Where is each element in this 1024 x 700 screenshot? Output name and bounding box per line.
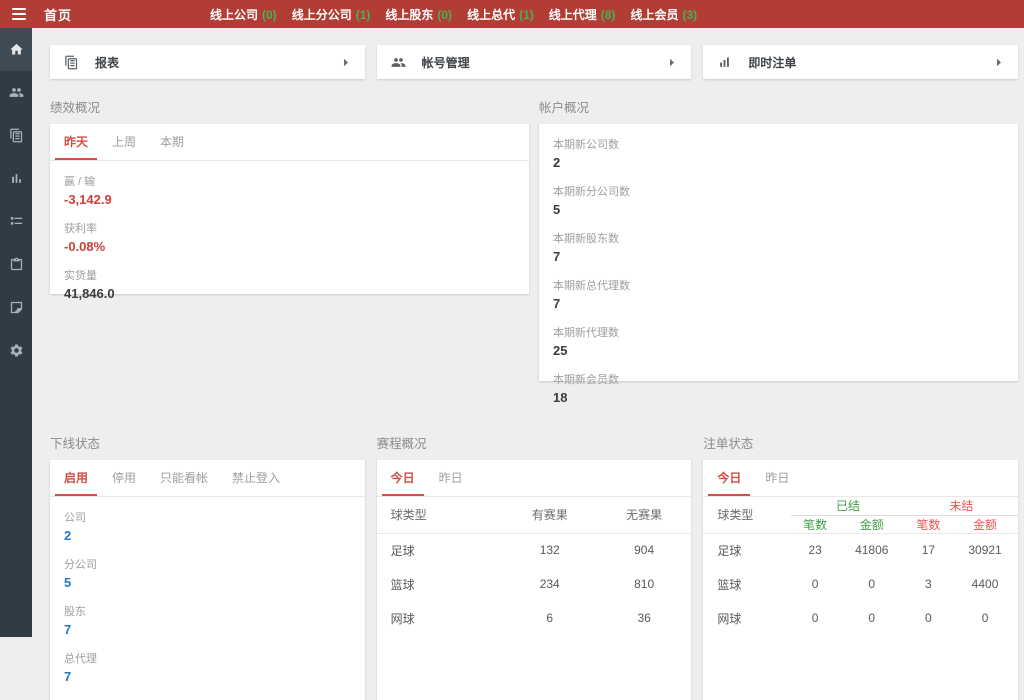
app-header: 首页 线上公司(0) 线上分公司(1) 线上股东(0) 线上总代(1) 线上代理… [0,0,1024,28]
tab-login-banned[interactable]: 禁止登入 [223,460,289,496]
shortcut-card-account-management[interactable]: 帐号管理 [377,45,692,79]
home-icon [9,42,24,57]
note-edit-icon [9,300,24,315]
tab-last-week[interactable]: 上周 [103,124,145,160]
tab-yesterday[interactable]: 昨日 [756,460,798,496]
shortcut-label: 帐号管理 [422,54,470,71]
tab-enabled[interactable]: 启用 [55,460,97,496]
metric-new-branches: 本期新分公司数 5 [553,183,1004,217]
chevron-right-icon [993,57,1004,68]
shortcut-label: 即时注单 [748,54,796,71]
metric-shareholders: 股东 7 [64,603,351,637]
report-icon [64,55,79,70]
sidebar-item-statistics[interactable] [0,157,32,200]
metric-master-agents: 总代理 7 [64,650,351,684]
tab-this-period[interactable]: 本期 [151,124,193,160]
sidebar-item-reports[interactable] [0,114,32,157]
sidebar-item-forms[interactable] [0,200,32,243]
metric-new-agents: 本期新代理数 25 [553,324,1004,358]
performance-section: 绩效概况 昨天 上周 本期 赢 / 输 -3,142.9 获利率 -0.08% [50,79,529,294]
downline-metrics: 公司 2 分公司 5 股东 7 总代理 7 [50,497,365,684]
metric-companies: 公司 2 [64,509,351,543]
table-row-soccer: 足球 23 41806 17 30921 [703,533,1018,567]
tab-view-only[interactable]: 只能看帐 [151,460,217,496]
stat-online-agent: 线上代理(8) [549,6,616,23]
table-row-tennis: 网球 6 36 [377,601,692,635]
performance-tabs: 昨天 上周 本期 [50,124,529,161]
main-content: 报表 帐号管理 即时注单 绩效概况 昨天 上周 本期 [32,28,1024,637]
ticket-status-card: 今日 昨日 球类型 已结 未结 笔数 金额 笔数 金额 [703,460,1018,700]
section-title-schedule: 赛程概况 [377,433,692,452]
gear-icon [9,343,24,358]
downline-status-section: 下线状态 启用 停用 只能看帐 禁止登入 公司 2 分公司 5 [50,415,365,700]
ticket-tabs: 今日 昨日 [703,460,1018,497]
schedule-overview-section: 赛程概况 今日 昨日 球类型 有赛果 无赛果 足球 132 [377,415,692,700]
chevron-right-icon [666,57,677,68]
ticket-table: 球类型 已结 未结 笔数 金额 笔数 金额 足球 23 41806 17 [703,497,1018,635]
metric-new-members: 本期新会员数 18 [553,371,1004,405]
account-overview-card: 本期新公司数 2 本期新分公司数 5 本期新股东数 7 本期新总代理数 7 本期… [539,124,1018,381]
schedule-tabs: 今日 昨日 [377,460,692,497]
schedule-table: 球类型 有赛果 无赛果 足球 132 904 篮球 234 810 [377,497,692,635]
shortcut-card-live-bets[interactable]: 即时注单 [703,45,1018,79]
stat-online-master-agent: 线上总代(1) [467,6,534,23]
metric-turnover: 实货量 41,846.0 [64,267,515,301]
sidebar-item-home[interactable] [0,28,32,71]
stat-online-shareholder: 线上股东(0) [385,6,452,23]
stat-online-member: 线上会员(3) [630,6,697,23]
document-icon [9,128,24,143]
tab-yesterday[interactable]: 昨天 [55,124,97,160]
live-bets-icon [717,55,732,70]
ticket-status-section: 注单状态 今日 昨日 球类型 已结 未结 笔数 金额 笔数 [703,415,1018,700]
shortcut-card-reports[interactable]: 报表 [50,45,365,79]
metric-new-master-agents: 本期新总代理数 7 [553,277,1004,311]
metric-new-companies: 本期新公司数 2 [553,136,1004,170]
table-row-soccer: 足球 132 904 [377,533,692,567]
performance-metrics: 赢 / 输 -3,142.9 获利率 -0.08% 实货量 41,846.0 [50,161,529,301]
stat-online-company: 线上公司(0) [210,6,277,23]
table-row-basketball: 篮球 0 0 3 4400 [703,567,1018,601]
performance-card: 昨天 上周 本期 赢 / 输 -3,142.9 获利率 -0.08% 实货量 [50,124,529,294]
online-stats: 线上公司(0) 线上分公司(1) 线上股东(0) 线上总代(1) 线上代理(8)… [210,0,697,28]
section-title-performance: 绩效概况 [50,97,529,116]
overview-grid: 绩效概况 昨天 上周 本期 赢 / 输 -3,142.9 获利率 -0.08% [50,79,1018,381]
sidebar-item-tasks[interactable] [0,243,32,286]
sidebar-item-accounts[interactable] [0,71,32,114]
section-title-accounts: 帐户概况 [539,97,1018,116]
downline-tabs: 启用 停用 只能看帐 禁止登入 [50,460,365,497]
chevron-right-icon [340,57,351,68]
table-row-basketball: 篮球 234 810 [377,567,692,601]
metric-profit-rate: 获利率 -0.08% [64,220,515,254]
schedule-overview-card: 今日 昨日 球类型 有赛果 无赛果 足球 132 904 [377,460,692,700]
account-overview-section: 帐户概况 本期新公司数 2 本期新分公司数 5 本期新股东数 7 本期新总代理数… [539,79,1018,381]
accounts-icon [391,55,406,70]
metric-win-lose: 赢 / 输 -3,142.9 [64,173,515,207]
metric-new-shareholders: 本期新股东数 7 [553,230,1004,264]
tab-disabled[interactable]: 停用 [103,460,145,496]
list-icon [9,214,24,229]
sidebar-item-settings[interactable] [0,329,32,372]
people-icon [9,85,24,100]
status-grid: 下线状态 启用 停用 只能看帐 禁止登入 公司 2 分公司 5 [50,415,1018,700]
metric-branches: 分公司 5 [64,556,351,590]
ticket-table-group-header: 球类型 已结 未结 [703,497,1018,515]
sidebar-item-notes[interactable] [0,286,32,329]
section-title-downline: 下线状态 [50,433,365,452]
downline-status-card: 启用 停用 只能看帐 禁止登入 公司 2 分公司 5 股东 [50,460,365,700]
shortcut-label: 报表 [95,54,119,71]
clipboard-icon [9,257,24,272]
table-row-tennis: 网球 0 0 0 0 [703,601,1018,635]
stat-online-branch: 线上分公司(1) [292,6,371,23]
tab-today[interactable]: 今日 [708,460,750,496]
tab-yesterday[interactable]: 昨日 [430,460,472,496]
menu-icon[interactable] [9,6,29,22]
tab-today[interactable]: 今日 [382,460,424,496]
bar-chart-icon [9,171,24,186]
shortcut-row: 报表 帐号管理 即时注单 [50,45,1018,79]
section-title-tickets: 注单状态 [703,433,1018,452]
sidebar [0,28,32,637]
schedule-table-header: 球类型 有赛果 无赛果 [377,497,692,533]
page-title: 首页 [44,5,72,24]
